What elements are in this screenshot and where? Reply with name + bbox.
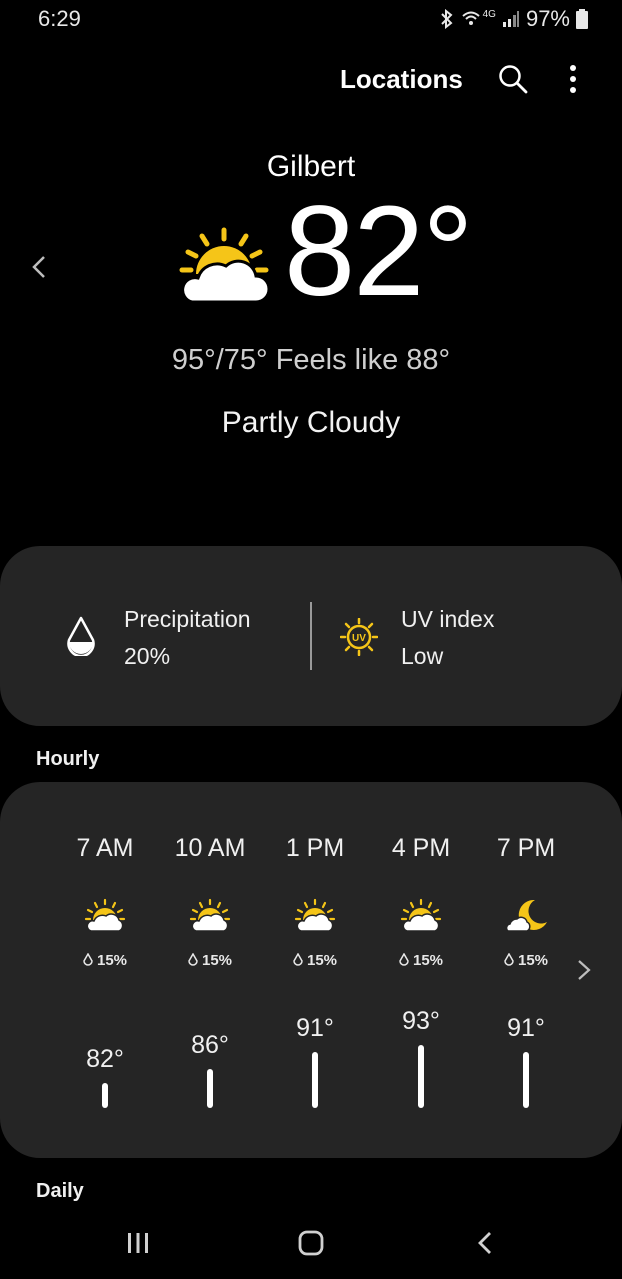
back-icon (478, 1232, 491, 1254)
status-time: 6:29 (38, 6, 81, 31)
home-button[interactable] (298, 1230, 324, 1261)
more-vertical-icon (570, 65, 576, 93)
details-divider (310, 602, 312, 670)
hourly-temperature: 91° (296, 1014, 334, 1042)
signal-icon (502, 11, 519, 27)
hourly-temperature: 93° (402, 1007, 440, 1035)
partly-cloudy-night-icon (505, 898, 547, 937)
hourly-time: 1 PM (285, 834, 345, 862)
hourly-temp-bar (207, 1069, 213, 1108)
chevron-right-icon (578, 960, 591, 980)
weather-condition: Partly Cloudy (221, 406, 401, 439)
hourly-next-button[interactable] (576, 958, 592, 987)
hourly-temperature: 91° (507, 1014, 545, 1042)
hourly-precipitation: 15% (157, 952, 263, 969)
daily-section-title: Daily (36, 1180, 84, 1202)
hourly-time: 7 PM (496, 834, 556, 862)
hourly-time: 10 AM (174, 834, 246, 862)
hourly-time: 7 AM (76, 834, 134, 862)
previous-location-button[interactable] (30, 254, 48, 285)
city-name: Gilbert (266, 150, 356, 183)
wifi-icon (461, 11, 480, 25)
precipitation-value: 20% (124, 643, 171, 669)
high-low-feels-like: 95°/75° Feels like 88° (171, 344, 451, 376)
hourly-temperature: 82° (86, 1045, 124, 1073)
partly-cloudy-day-icon (400, 898, 442, 937)
home-icon (298, 1230, 324, 1256)
hourly-precipitation: 15% (262, 952, 368, 969)
partly-cloudy-day-icon (294, 898, 336, 937)
recent-apps-icon (128, 1233, 148, 1253)
hourly-temp-bar (523, 1052, 529, 1108)
hourly-precipitation: 15% (473, 952, 579, 969)
partly-cloudy-day-icon (84, 898, 126, 937)
network-type: 4G (482, 8, 496, 20)
search-icon (499, 65, 528, 94)
hourly-temperature: 86° (191, 1031, 229, 1059)
uv-badge-text: UV (352, 633, 366, 644)
back-button[interactable] (476, 1230, 494, 1261)
hourly-temp-bar (418, 1045, 424, 1108)
precipitation-icon (66, 616, 96, 661)
partly-cloudy-day-icon (176, 226, 272, 311)
hourly-time: 4 PM (391, 834, 451, 862)
hourly-section-title: Hourly (36, 748, 100, 770)
search-button[interactable] (498, 64, 528, 99)
hourly-temp-bar (312, 1052, 318, 1108)
uv-index-value: Low (401, 643, 444, 669)
uv-index-icon: UV (339, 617, 379, 661)
chevron-left-icon (32, 256, 45, 278)
battery-icon (576, 9, 588, 29)
bluetooth-icon (440, 9, 453, 29)
more-options-button[interactable] (564, 64, 582, 99)
uv-index-label: UV index (401, 606, 495, 632)
hourly-precipitation: 15% (52, 952, 158, 969)
current-temperature: 82° (284, 180, 474, 323)
precipitation-label: Precipitation (124, 606, 251, 632)
locations-button[interactable]: Locations (340, 64, 463, 95)
hourly-precipitation: 15% (368, 952, 474, 969)
status-icons: 4G 97% (439, 6, 588, 32)
battery-percent: 97% (525, 6, 570, 31)
partly-cloudy-day-icon (189, 898, 231, 937)
recent-apps-button[interactable] (126, 1232, 150, 1259)
hourly-temp-bar (102, 1083, 108, 1108)
